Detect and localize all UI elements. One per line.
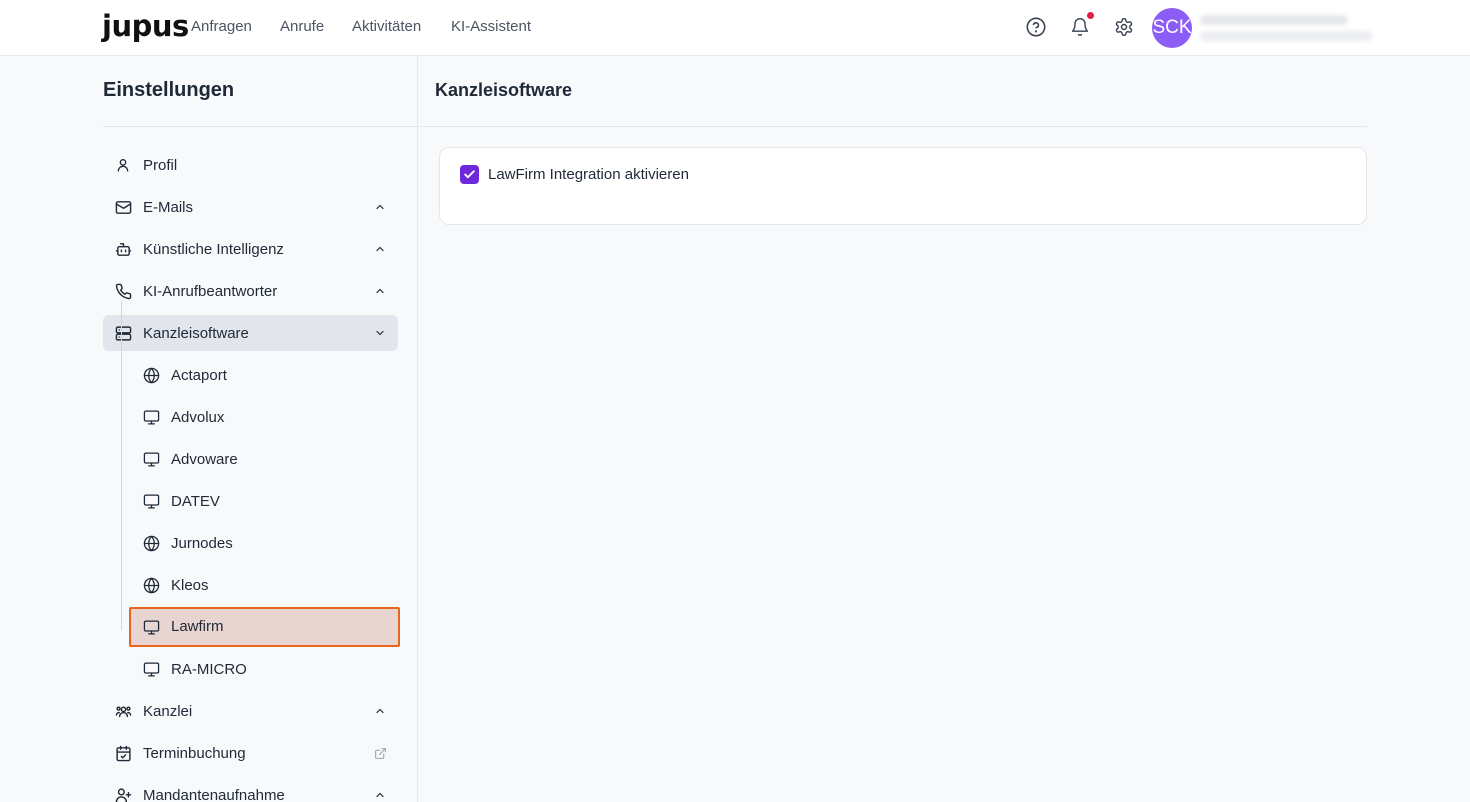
- sub-item-label: Advoware: [171, 451, 238, 468]
- mail-icon: [114, 198, 132, 216]
- nav-anfragen[interactable]: Anfragen: [191, 18, 252, 35]
- sub-item-ra-micro[interactable]: RA-MICRO: [131, 651, 398, 687]
- external-link-icon[interactable]: [373, 746, 387, 760]
- sidebar-item-kanzleisoftware[interactable]: Kanzleisoftware: [103, 315, 398, 351]
- monitor-icon: [142, 618, 160, 636]
- top-navigation-bar: jupus Anfragen Anrufe Aktivitäten KI-Ass…: [0, 0, 1470, 56]
- sidebar-item-label: E-Mails: [143, 199, 194, 216]
- blurred-user-email: [1200, 31, 1372, 41]
- chevron-up-icon[interactable]: [373, 284, 387, 298]
- sidebar-item-mandantenaufnahme[interactable]: Mandantenaufnahme: [103, 777, 398, 802]
- globe-icon: [142, 534, 160, 552]
- nav-ki-assistent[interactable]: KI-Assistent: [451, 18, 531, 35]
- sidebar-item-kanzlei[interactable]: Kanzlei: [103, 693, 398, 729]
- sidebar-item-kuenstliche-intelligenz[interactable]: Künstliche Intelligenz: [103, 231, 398, 267]
- monitor-icon: [142, 492, 160, 510]
- sub-item-lawfirm[interactable]: Lawfirm: [129, 607, 400, 647]
- page-title: Kanzleisoftware: [435, 80, 573, 100]
- submenu-guide-line: [121, 301, 122, 630]
- blurred-user-name: [1200, 15, 1348, 25]
- user-icon: [114, 156, 132, 174]
- chevron-up-icon[interactable]: [373, 200, 387, 214]
- lawfirm-integration-checkbox[interactable]: [460, 165, 479, 184]
- sub-item-datev[interactable]: DATEV: [131, 483, 398, 519]
- check-icon: [464, 170, 475, 179]
- nav-aktivitaeten[interactable]: Aktivitäten: [352, 18, 421, 35]
- integration-card: LawFirm Integration aktivieren: [439, 147, 1367, 225]
- sub-item-label: Advolux: [171, 409, 225, 426]
- sub-item-advolux[interactable]: Advolux: [131, 399, 398, 435]
- sidebar-item-label: Kanzleisoftware: [143, 325, 249, 342]
- monitor-icon: [142, 450, 160, 468]
- sidebar-title: Einstellungen: [103, 79, 235, 101]
- sidebar-divider: [103, 126, 418, 127]
- chevron-up-icon[interactable]: [373, 704, 387, 718]
- server-icon: [114, 324, 132, 342]
- sub-item-advoware[interactable]: Advoware: [131, 441, 398, 477]
- sidebar-item-label: Terminbuchung: [143, 745, 246, 762]
- sidebar-item-emails[interactable]: E-Mails: [103, 189, 398, 225]
- sidebar-item-label: KI-Anrufbeantworter: [143, 283, 278, 300]
- sidebar-item-ki-anrufbeantworter[interactable]: KI-Anrufbeantworter: [103, 273, 398, 309]
- chevron-up-icon[interactable]: [373, 242, 387, 256]
- lawfirm-integration-label[interactable]: LawFirm Integration aktivieren: [488, 166, 689, 183]
- chevron-down-icon[interactable]: [373, 326, 387, 340]
- sub-item-label: RA-MICRO: [171, 661, 247, 678]
- calendar-check-icon: [114, 744, 132, 762]
- sub-item-label: Actaport: [171, 367, 227, 384]
- sidebar-item-label: Profil: [143, 157, 178, 174]
- jupus-logo[interactable]: jupus: [102, 9, 189, 43]
- chevron-up-icon[interactable]: [373, 788, 387, 802]
- main-divider: [419, 126, 1367, 127]
- monitor-icon: [142, 408, 160, 426]
- monitor-icon: [142, 660, 160, 678]
- nav-anrufe[interactable]: Anrufe: [280, 18, 324, 35]
- sidebar-item-profil[interactable]: Profil: [103, 147, 398, 183]
- sub-item-label: Jurnodes: [171, 535, 233, 552]
- sub-item-label: Lawfirm: [171, 618, 224, 635]
- phone-icon: [114, 282, 132, 300]
- user-avatar[interactable]: SCK: [1152, 8, 1192, 48]
- sub-item-label: Kleos: [171, 577, 209, 594]
- help-icon[interactable]: [1024, 15, 1048, 39]
- sub-item-jurnodes[interactable]: Jurnodes: [131, 525, 398, 561]
- gear-icon[interactable]: [1112, 15, 1136, 39]
- sub-item-kleos[interactable]: Kleos: [131, 567, 398, 603]
- sidebar-item-terminbuchung[interactable]: Terminbuchung: [103, 735, 398, 771]
- sub-item-actaport[interactable]: Actaport: [131, 357, 398, 393]
- sidebar-item-label: Kanzlei: [143, 703, 193, 720]
- globe-icon: [142, 576, 160, 594]
- globe-icon: [142, 366, 160, 384]
- notification-dot: [1087, 12, 1094, 19]
- sub-item-label: DATEV: [171, 493, 220, 510]
- sidebar-item-label: Künstliche Intelligenz: [143, 241, 284, 258]
- user-plus-icon: [114, 786, 132, 802]
- users-icon: [114, 702, 132, 720]
- sidebar-item-label: Mandantenaufnahme: [143, 787, 285, 802]
- bot-icon: [114, 240, 132, 258]
